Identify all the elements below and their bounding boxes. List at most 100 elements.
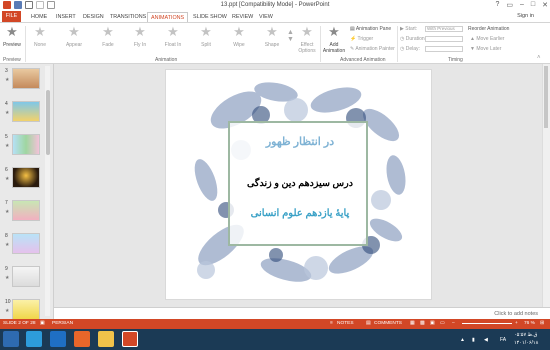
network-icon[interactable]: ▮ <box>472 337 475 343</box>
comments-icon[interactable]: ▤ <box>366 319 371 329</box>
animation-star-icon: ★ <box>5 209 10 215</box>
zoom-out-icon[interactable]: – <box>452 319 455 329</box>
status-bar: SLIDE 2 OF 28 ▣ PERSIAN ≡ NOTES ▤ COMMEN… <box>0 319 550 329</box>
none-icon: ★ <box>34 24 46 39</box>
group-advanced-animation: Advanced Animation <box>340 57 386 63</box>
split-icon: ★ <box>200 24 212 39</box>
ribbon-display-icon[interactable]: ▭ <box>506 1 513 9</box>
trigger-button[interactable]: ⚡ Trigger <box>350 36 373 42</box>
animation-pane-button[interactable]: ▤ Animation Pane <box>350 26 391 32</box>
tab-slide-show[interactable]: SLIDE SHOW <box>190 12 230 22</box>
tab-review[interactable]: REVIEW <box>229 12 256 22</box>
language-indicator[interactable]: PERSIAN <box>52 319 73 329</box>
effect-options-icon: ★ <box>301 24 313 39</box>
sign-in-link[interactable]: Sign in <box>517 13 534 19</box>
zoom-level[interactable]: 76 % <box>524 319 535 329</box>
animation-none-label: None <box>34 42 46 48</box>
tab-view[interactable]: VIEW <box>256 12 276 22</box>
slide-scroll-thumb[interactable] <box>544 66 548 128</box>
thumbnails-scroll-thumb[interactable] <box>46 90 50 155</box>
ribbon: ★ Preview ★ None ★ Appear ★ Fade ★ Fly In ★ F… <box>0 22 550 64</box>
gallery-scroll-arrows[interactable]: ▲ ▼ <box>287 29 294 43</box>
start-dropdown[interactable]: With Previous <box>425 26 463 32</box>
effect-options-button[interactable]: ★ Effect Options <box>296 24 318 55</box>
animation-star-icon: ★ <box>5 110 10 116</box>
thumbnail-image <box>12 134 40 155</box>
animation-shape[interactable]: ★ Shape <box>260 25 284 49</box>
appear-icon: ★ <box>68 24 80 39</box>
tab-insert[interactable]: INSERT <box>53 12 79 22</box>
preview-button[interactable]: ★ Preview <box>2 24 22 49</box>
file-explorer-icon[interactable] <box>98 331 114 347</box>
animation-fade[interactable]: ★ Fade <box>96 25 120 49</box>
clock-date[interactable]: ۱۴۰۱/۰۶/۱۸ <box>514 340 538 346</box>
notes-toggle[interactable]: NOTES <box>337 319 354 329</box>
animation-float-in[interactable]: ★ Float In <box>161 25 185 49</box>
animation-fly-in[interactable]: ★ Fly In <box>128 24 152 49</box>
trigger-icon: ⚡ <box>350 36 358 42</box>
thumbnail-number: 5 <box>5 134 8 140</box>
input-language[interactable]: FA <box>500 337 506 343</box>
spellcheck-icon[interactable]: ▣ <box>40 319 45 329</box>
tab-transitions[interactable]: TRANSITIONS <box>107 12 149 22</box>
zoom-in-icon[interactable]: + <box>515 319 518 329</box>
star-icon: ★ <box>6 24 18 39</box>
animation-split[interactable]: ★ Split <box>194 24 218 49</box>
move-earlier-label: Move Earlier <box>476 36 505 42</box>
comments-toggle[interactable]: COMMENTS <box>374 319 402 329</box>
tray-arrow-icon[interactable]: ▲ <box>460 337 465 343</box>
maximize-icon[interactable]: □ <box>531 1 535 9</box>
animation-painter-button[interactable]: ✎ Animation Painter <box>350 46 395 52</box>
duration-field[interactable] <box>425 36 463 42</box>
thumbnail-image <box>12 233 40 254</box>
tab-animations[interactable]: ANIMATIONS <box>147 12 189 22</box>
normal-view-icon[interactable]: ▦ <box>410 319 415 329</box>
group-preview: Preview <box>3 57 21 63</box>
minimize-icon[interactable]: – <box>520 1 524 9</box>
notes-pane[interactable]: Click to add notes <box>54 307 550 319</box>
move-later-button[interactable]: ▼ Move Later <box>470 46 501 52</box>
firefox-icon[interactable] <box>74 331 90 347</box>
animation-none[interactable]: ★ None <box>28 24 52 49</box>
animation-appear[interactable]: ★ Appear <box>62 24 86 49</box>
thumbnail-image <box>12 266 40 287</box>
delay-label-text: Delay: <box>405 46 420 52</box>
reading-view-icon[interactable]: ▣ <box>430 319 435 329</box>
telegram-icon[interactable] <box>26 331 42 347</box>
animation-wipe-label: Wipe <box>233 42 245 48</box>
start-icon[interactable] <box>3 331 19 347</box>
internet-explorer-icon[interactable] <box>50 331 66 347</box>
tab-design[interactable]: DESIGN <box>80 12 107 22</box>
animation-appear-label: Appear <box>65 42 83 48</box>
tab-file[interactable]: FILE <box>2 11 21 22</box>
notes-icon[interactable]: ≡ <box>330 319 333 329</box>
add-animation-icon: ★ <box>328 24 340 39</box>
window-controls: ? ▭ – □ ✕ <box>495 1 548 9</box>
collapse-ribbon-icon[interactable]: ˄ <box>537 55 541 61</box>
zoom-slider[interactable] <box>462 323 512 324</box>
powerpoint-taskbar-icon[interactable] <box>122 331 138 347</box>
animation-fly-in-label: Fly In <box>133 42 147 48</box>
title-text-box[interactable]: در انتظار ظهور درس سیزدهم دین و زندگی پا… <box>228 121 368 246</box>
tab-home[interactable]: HOME <box>28 12 50 22</box>
thumbnail-image <box>12 68 40 89</box>
thumbnail-image <box>12 299 40 320</box>
delay-field[interactable] <box>425 46 463 52</box>
clock-time[interactable]: ۰۵:۵۷ ق.ظ <box>514 332 537 338</box>
close-icon[interactable]: ✕ <box>542 1 548 9</box>
slideshow-view-icon[interactable]: ▭ <box>440 319 445 329</box>
animation-shape-label: Shape <box>264 42 280 48</box>
help-icon[interactable]: ? <box>495 1 499 9</box>
volume-icon[interactable]: ◀ <box>484 337 488 343</box>
slide-canvas[interactable]: در انتظار ظهور درس سیزدهم دین و زندگی پا… <box>165 69 432 300</box>
slide-sorter-icon[interactable]: ▩ <box>420 319 425 329</box>
group-animation: Animation <box>155 57 178 63</box>
title-bar: 13.ppt [Compatibility Mode] - PowerPoint… <box>0 0 550 11</box>
thumbnail-number: 7 <box>5 200 8 206</box>
fly-in-icon: ★ <box>134 24 146 39</box>
animation-wipe[interactable]: ★ Wipe <box>227 25 251 49</box>
ribbon-tabs: FILE HOME INSERT DESIGN TRANSITIONS ANIM… <box>0 11 550 22</box>
fit-slide-icon[interactable]: ⊞ <box>540 319 544 329</box>
move-earlier-button[interactable]: ▲ Move Earlier <box>470 36 504 42</box>
add-animation-button[interactable]: ★ Add Animation <box>322 24 346 55</box>
